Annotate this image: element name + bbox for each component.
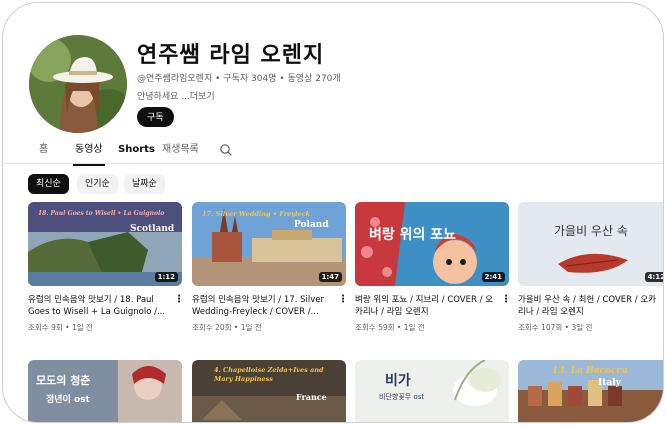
tab-playlists[interactable]: 재생목록 — [162, 142, 199, 164]
video-title[interactable]: 유럽의 민속음악 맛보기 / 18. Paul Goes to Wisell +… — [28, 294, 168, 318]
video-title[interactable]: 유럽의 민속음악 맛보기 / 17. Silver Wedding-Freyle… — [192, 294, 332, 318]
thumbnail-country: Scotland — [130, 224, 175, 234]
thumbnail-caption: 4. Chapelloise Zelda+Ives and Mary Happi… — [214, 366, 324, 383]
video-meta: 조회수 107회 • 3일 전 — [518, 323, 593, 332]
thumbnail-caption: 17. Silver Wedding • Freyleck — [202, 210, 311, 218]
video-thumbnail[interactable]: 17. Silver Wedding • Freyleck Poland 1:4… — [192, 202, 346, 286]
video-thumbnail[interactable]: 가을비 우산 속 4:12 — [518, 202, 663, 286]
chip-oldest[interactable]: 날짜순 — [124, 174, 165, 194]
video-thumbnail[interactable]: 모도의 청춘 정년이 ost — [28, 360, 182, 422]
video-thumbnail[interactable]: 벼랑 위의 포뇨 2:41 — [355, 202, 509, 286]
video-card[interactable]: 4. Chapelloise Zelda+Ives and Mary Happi… — [192, 360, 346, 422]
video-count: 동영상 270개 — [287, 74, 341, 84]
thumbnail-country: Italy — [598, 378, 621, 388]
video-duration: 1:12 — [154, 272, 178, 282]
thumbnail-caption: 비가 — [385, 373, 411, 389]
channel-page: 연주쌤 라임 오렌지 @연주쌤라임오렌지 • 구독자 304명 • 동영상 27… — [2, 2, 664, 423]
thumbnail-caption: 18. Paul Goes to Wisell • La Guignolo — [38, 210, 165, 217]
video-thumbnail[interactable]: 비가 비단향꽃무 ost — [355, 360, 509, 422]
video-thumbnail[interactable]: 13. La Bacocca Italy — [518, 360, 663, 422]
video-card[interactable]: 가을비 우산 속 4:12 가을비 우산 속 / 최헌 / COVER / 오카… — [518, 202, 663, 332]
channel-title: 연주쌤 라임 오렌지 — [137, 43, 325, 68]
channel-meta: @연주쌤라임오렌지 • 구독자 304명 • 동영상 270개 — [137, 71, 341, 84]
video-meta: 조회수 59회 • 1일 전 — [355, 323, 425, 332]
tab-divider — [3, 163, 663, 164]
thumbnail-caption: 모도의 청춘 — [36, 374, 91, 387]
video-title[interactable]: 가을비 우산 속 / 최헌 / COVER / 오카리나 / 라임 오렌지 — [518, 294, 658, 318]
thumbnail-subcaption: 정년이 ost — [46, 395, 90, 405]
channel-handle: @연주쌤라임오렌지 — [137, 74, 213, 84]
channel-tabs: 홈 동영상 Shorts 재생목록 — [29, 142, 663, 166]
video-card[interactable]: 13. La Bacocca Italy — [518, 360, 663, 422]
video-card[interactable]: 모도의 청춘 정년이 ost — [28, 360, 182, 422]
tab-home[interactable]: 홈 — [39, 142, 48, 164]
thumbnail-country: France — [296, 392, 327, 402]
chip-latest[interactable]: 최신순 — [28, 174, 69, 194]
video-card[interactable]: 비가 비단향꽃무 ost — [355, 360, 509, 422]
thumbnail-country: Poland — [294, 220, 329, 230]
video-meta: 조회수 9회 • 1일 전 — [28, 323, 93, 332]
more-vert-icon[interactable]: ⋮ — [174, 294, 184, 306]
channel-avatar[interactable] — [29, 35, 127, 133]
video-card[interactable]: 벼랑 위의 포뇨 2:41 벼랑 위의 포뇨 / 지브리 / COVER / 오… — [355, 202, 511, 332]
more-vert-icon[interactable]: ⋮ — [501, 294, 511, 306]
subscriber-count: 구독자 304명 — [223, 74, 277, 84]
meta-separator: • — [279, 74, 288, 84]
video-meta: 조회수 20회 • 1일 전 — [192, 323, 262, 332]
video-duration: 2:41 — [481, 272, 505, 282]
video-title[interactable]: 벼랑 위의 포뇨 / 지브리 / COVER / 오카리나 / 라임 오렌지 — [355, 294, 495, 318]
search-icon[interactable] — [219, 143, 233, 165]
video-duration: 4:12 — [644, 272, 663, 282]
video-card[interactable]: 18. Paul Goes to Wisell • La Guignolo Sc… — [28, 202, 184, 332]
channel-description[interactable]: 안녕하세요 ...더보기 — [137, 89, 215, 102]
video-thumbnail[interactable]: 18. Paul Goes to Wisell • La Guignolo Sc… — [28, 202, 182, 286]
video-card[interactable]: 17. Silver Wedding • Freyleck Poland 1:4… — [192, 202, 348, 332]
chip-popular[interactable]: 인기순 — [77, 174, 118, 194]
thumbnail-caption: 벼랑 위의 포뇨 — [369, 227, 457, 243]
video-duration: 1:47 — [318, 272, 342, 282]
subscribe-button[interactable]: 구독 — [137, 107, 174, 127]
tab-shorts[interactable]: Shorts — [118, 142, 155, 164]
video-thumbnail[interactable]: 4. Chapelloise Zelda+Ives and Mary Happi… — [192, 360, 346, 422]
more-vert-icon[interactable]: ⋮ — [338, 294, 348, 306]
thumbnail-caption: 13. La Bacocca — [552, 366, 628, 376]
thumbnail-subcaption: 비단향꽃무 ost — [379, 393, 425, 401]
thumbnail-caption: 가을비 우산 속 — [554, 224, 628, 238]
